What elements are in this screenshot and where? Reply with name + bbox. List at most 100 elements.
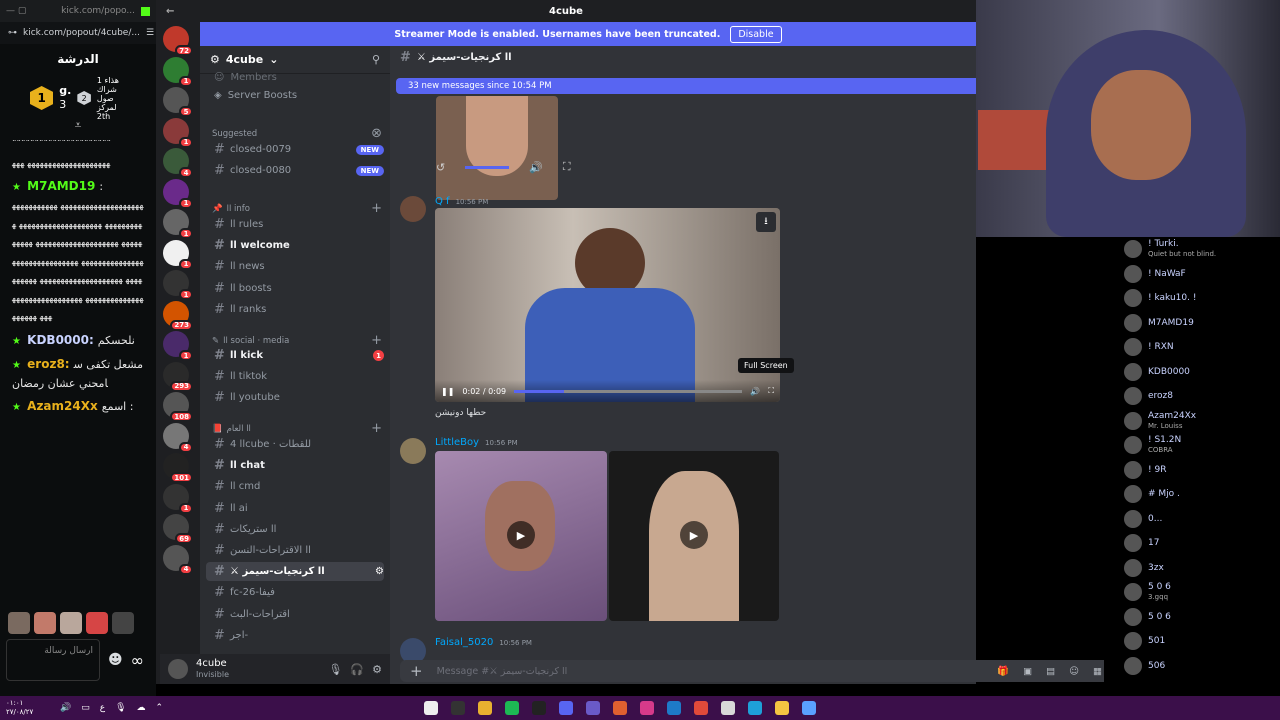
add-channel-icon[interactable]: + bbox=[371, 421, 382, 436]
tab-url[interactable]: kick.com/popo... bbox=[61, 6, 135, 16]
discord-icon[interactable] bbox=[559, 701, 573, 715]
user-name[interactable]: 4cube bbox=[196, 658, 229, 669]
headphones-icon[interactable]: 🎧 bbox=[350, 663, 364, 676]
clock-time[interactable]: ٠١:٠١ bbox=[6, 699, 60, 708]
address-text[interactable]: kick.com/popout/4cube/... bbox=[23, 28, 140, 38]
viewer-item[interactable]: KDB0000 bbox=[1124, 362, 1190, 382]
icon[interactable] bbox=[586, 701, 600, 715]
avatar[interactable] bbox=[400, 438, 426, 464]
sticker-icon[interactable]: ▤ bbox=[1046, 666, 1055, 677]
emote[interactable] bbox=[60, 612, 82, 634]
avatar[interactable] bbox=[168, 659, 188, 679]
server-icon[interactable]: 72 bbox=[163, 26, 193, 56]
viewer-item[interactable]: M7AMD19 bbox=[1124, 313, 1194, 333]
address-bar[interactable]: ⊶ kick.com/popout/4cube/... ☰ bbox=[0, 22, 156, 44]
channel-item[interactable]: # اا 4cube · للقطات bbox=[206, 435, 384, 454]
channel-item[interactable]: # اقتراحات-البث bbox=[206, 605, 384, 624]
channel-item[interactable]: # اا ستريكات bbox=[206, 520, 384, 539]
viewer-item[interactable]: ! NaWaF bbox=[1124, 264, 1186, 284]
server-icon[interactable]: 4 bbox=[163, 544, 193, 575]
category-info[interactable]: 📌 اا info + bbox=[212, 201, 382, 216]
author-name[interactable]: Faisal_5020 bbox=[435, 637, 493, 648]
gift-icon[interactable]: 🎁 bbox=[997, 666, 1009, 677]
volume-slider[interactable] bbox=[465, 165, 510, 169]
gif-icon[interactable]: ▣ bbox=[1023, 666, 1032, 677]
chevron-up-icon[interactable]: ⌃ bbox=[156, 703, 164, 713]
emoji-icon[interactable]: ☻ bbox=[108, 652, 123, 668]
channel-item[interactable]: # closed-0079 NEW bbox=[206, 140, 384, 159]
play-button[interactable]: ▶ bbox=[680, 521, 708, 549]
viewer-item[interactable]: Azam24Xx Mr. Louiss bbox=[1124, 411, 1196, 431]
viewer-item[interactable]: ! RXN bbox=[1124, 337, 1174, 357]
channel-item[interactable]: # closed-0080 NEW bbox=[206, 161, 384, 180]
fullscreen-icon[interactable]: ⛶ bbox=[563, 160, 571, 174]
channel-item[interactable]: # ⚔ اا كرنجيات-سيمز ⚙ bbox=[206, 562, 384, 582]
server-icon[interactable]: 1 bbox=[163, 239, 193, 270]
speaker-icon[interactable]: 🔊 bbox=[60, 703, 71, 713]
spotify-icon[interactable] bbox=[505, 701, 519, 715]
channel-item[interactable]: # اا الاقتراحات-النسن bbox=[206, 541, 384, 560]
video-thumbnail[interactable]: ▶ bbox=[609, 451, 779, 621]
icon[interactable] bbox=[667, 701, 681, 715]
terminal-icon[interactable] bbox=[532, 701, 546, 715]
icon[interactable] bbox=[721, 701, 735, 715]
app-icon[interactable] bbox=[424, 701, 438, 715]
fullscreen-icon[interactable]: ⛶ bbox=[768, 386, 774, 396]
video-player[interactable]: ⭳ ❚❚ 0:02 / 0:09 🔊 ⛶ bbox=[435, 208, 780, 402]
site-info-icon[interactable]: ⊶ bbox=[8, 28, 17, 38]
viewer-item[interactable]: ! Turki. Quiet but not blind. bbox=[1124, 239, 1216, 259]
add-channel-icon[interactable]: + bbox=[371, 201, 382, 216]
extensions-icon[interactable]: ☰ bbox=[146, 28, 154, 38]
channel-item[interactable]: # اا cmd bbox=[206, 477, 384, 496]
edge-icon[interactable] bbox=[748, 701, 762, 715]
server-icon[interactable]: 1 bbox=[163, 270, 193, 300]
video-embed-previous[interactable] bbox=[436, 96, 558, 200]
emote[interactable] bbox=[8, 612, 30, 634]
category-general[interactable]: 📕 اا العام + bbox=[212, 421, 382, 436]
back-icon[interactable]: ← bbox=[166, 6, 174, 17]
chat-username[interactable]: KDB0000: bbox=[27, 333, 94, 347]
emote-bar[interactable] bbox=[8, 612, 134, 634]
play-button[interactable]: ▶ bbox=[507, 521, 535, 549]
message-author[interactable]: LittleBoy 10:56 PM bbox=[435, 437, 518, 448]
server-icon[interactable]: 1 bbox=[163, 209, 193, 239]
file-explorer-icon[interactable] bbox=[775, 701, 789, 715]
server-icon[interactable]: 1 bbox=[163, 56, 193, 87]
channel-item[interactable]: # اجر- bbox=[206, 626, 384, 645]
video-thumbnail[interactable]: ▶ bbox=[435, 451, 607, 621]
server-boosts-item[interactable]: ◈ Server Boosts bbox=[206, 86, 384, 105]
channel-item[interactable]: # اا ranks bbox=[206, 300, 384, 319]
instagram-icon[interactable] bbox=[640, 701, 654, 715]
server-icon[interactable]: 1 bbox=[163, 331, 193, 361]
channel-item[interactable]: # اا ai bbox=[206, 499, 384, 518]
members-item[interactable]: ☺ Members bbox=[206, 68, 384, 87]
pinned-arrow-icon[interactable]: ⩡ bbox=[0, 119, 156, 132]
channel-item[interactable]: # اا boosts bbox=[206, 279, 384, 298]
viewer-item[interactable]: 17 bbox=[1124, 533, 1159, 553]
viewer-item[interactable]: 0... bbox=[1124, 509, 1162, 529]
channel-item[interactable]: # اا kick 1 bbox=[206, 346, 384, 365]
viewer-item[interactable]: # Mjo . bbox=[1124, 484, 1180, 504]
chat-username[interactable]: eroz8: bbox=[27, 357, 69, 371]
server-icon[interactable]: 101 bbox=[163, 453, 193, 483]
replay-icon[interactable]: ↺ bbox=[436, 161, 445, 174]
server-icon[interactable]: 293 bbox=[163, 361, 193, 392]
viewer-item[interactable]: 5 0 6 3.gqq bbox=[1124, 582, 1171, 602]
emote[interactable] bbox=[34, 612, 56, 634]
invite-icon[interactable]: ⚲ bbox=[372, 53, 380, 66]
viewer-item[interactable]: eroz8 bbox=[1124, 386, 1173, 406]
channel-item[interactable]: # اا chat bbox=[206, 456, 384, 475]
channel-settings-icon[interactable]: ⚙ bbox=[375, 566, 384, 577]
cloud-icon[interactable]: ☁ bbox=[137, 703, 146, 713]
apps-icon[interactable]: ▦ bbox=[1093, 666, 1102, 677]
windows-icon[interactable] bbox=[802, 701, 816, 715]
server-icon[interactable]: 4 bbox=[163, 422, 193, 453]
emoji-icon[interactable]: ☺ bbox=[1069, 666, 1079, 677]
channel-item[interactable]: # fc-26-فيفا bbox=[206, 583, 384, 602]
channel-item[interactable]: # اا rules bbox=[206, 215, 384, 234]
avatar[interactable] bbox=[400, 196, 426, 222]
disable-button[interactable]: Disable bbox=[730, 25, 782, 43]
window-controls[interactable]: — ▢ bbox=[6, 6, 26, 16]
message-author[interactable]: Q f 10:56 PM bbox=[435, 196, 488, 207]
server-icon[interactable]: 273 bbox=[163, 300, 193, 331]
